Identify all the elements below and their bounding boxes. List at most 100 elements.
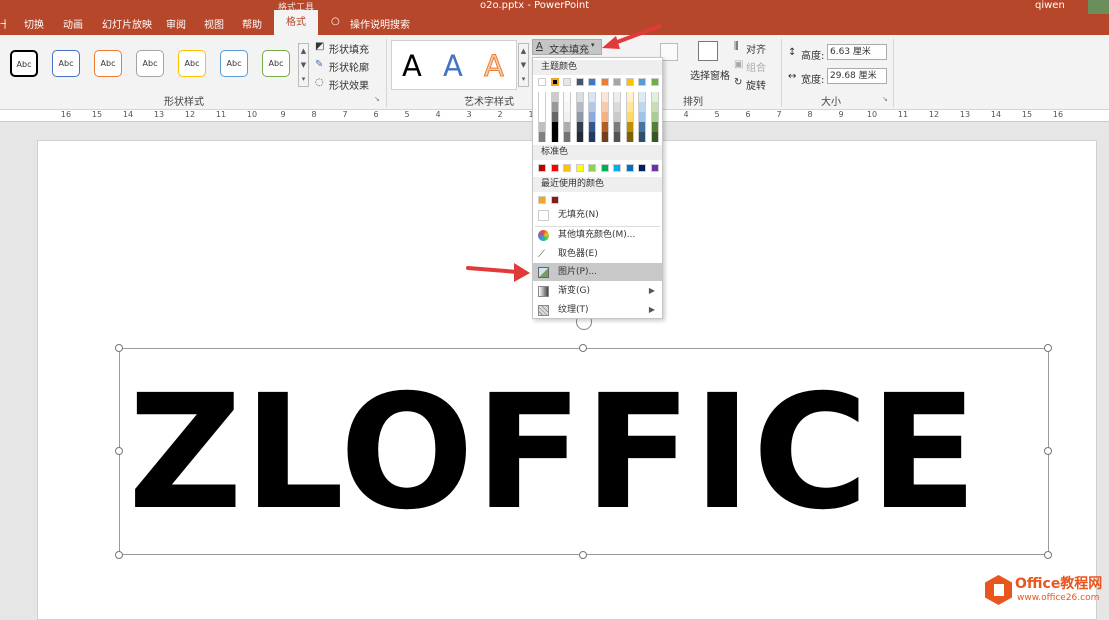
shape-style-scroll[interactable]: ▲▼▾ [298, 43, 309, 87]
theme-color-shade[interactable] [538, 92, 546, 102]
theme-color-swatch[interactable] [601, 78, 609, 86]
recent-color-swatch[interactable] [551, 196, 559, 204]
standard-color-swatch[interactable] [613, 164, 621, 172]
theme-color-shade[interactable] [626, 112, 634, 122]
theme-color-shade[interactable] [588, 92, 596, 102]
width-input[interactable]: 29.68 厘米 [827, 68, 887, 84]
theme-color-shade[interactable] [601, 92, 609, 102]
theme-color-shade[interactable] [651, 112, 659, 122]
theme-color-shade[interactable] [651, 122, 659, 132]
theme-color-shade[interactable] [588, 112, 596, 122]
shape-style-5[interactable]: Abc [178, 50, 206, 77]
resize-handle[interactable] [115, 447, 123, 455]
theme-color-shade[interactable] [538, 102, 546, 112]
align-button[interactable]: 对齐 [746, 41, 766, 56]
theme-color-shade[interactable] [588, 132, 596, 142]
theme-color-swatch[interactable] [588, 78, 596, 86]
tab-partial[interactable]: 十 [0, 16, 6, 31]
theme-color-swatch[interactable] [538, 78, 546, 86]
shape-style-3[interactable]: Abc [94, 50, 122, 77]
shape-style-2[interactable]: Abc [52, 50, 80, 77]
theme-color-shade[interactable] [538, 112, 546, 122]
standard-color-swatch[interactable] [551, 164, 559, 172]
text-fill-button[interactable]: A 文本填充 ▾ [532, 39, 602, 55]
resize-handle[interactable] [115, 551, 123, 559]
slide-text[interactable]: ZLOFFICE [128, 358, 978, 548]
shape-outline-button[interactable]: 形状轮廓 [329, 59, 369, 74]
resize-handle[interactable] [579, 344, 587, 352]
tell-me-search[interactable]: 操作说明搜索 [350, 16, 410, 31]
theme-color-shade[interactable] [551, 122, 559, 132]
theme-color-swatch[interactable] [563, 78, 571, 86]
standard-color-swatch[interactable] [538, 164, 546, 172]
theme-color-shade[interactable] [563, 112, 571, 122]
theme-color-swatch[interactable] [626, 78, 634, 86]
theme-color-shade[interactable] [626, 132, 634, 142]
resize-handle[interactable] [1044, 344, 1052, 352]
theme-color-shade[interactable] [576, 132, 584, 142]
wordart-style-1[interactable]: A [402, 49, 422, 83]
tab-view[interactable]: 视图 [204, 16, 224, 31]
no-fill-item[interactable]: 无填充(N) [533, 206, 662, 224]
theme-color-shade[interactable] [638, 92, 646, 102]
theme-color-shade[interactable] [588, 122, 596, 132]
theme-color-shade[interactable] [551, 132, 559, 142]
theme-color-shade[interactable] [613, 122, 621, 132]
theme-color-shade[interactable] [613, 112, 621, 122]
theme-color-shade[interactable] [563, 92, 571, 102]
theme-color-swatch[interactable] [551, 78, 559, 86]
theme-color-shade[interactable] [651, 132, 659, 142]
tab-transitions[interactable]: 切换 [24, 16, 44, 31]
standard-color-swatch[interactable] [651, 164, 659, 172]
resize-handle[interactable] [1044, 551, 1052, 559]
theme-color-swatch[interactable] [651, 78, 659, 86]
more-colors-item[interactable]: 其他填充颜色(M)... [533, 226, 662, 244]
texture-item[interactable]: 纹理(T) ▶ [533, 301, 662, 319]
theme-color-shade[interactable] [626, 102, 634, 112]
selection-pane-button[interactable]: 选择窗格 [690, 67, 730, 82]
theme-color-shade[interactable] [538, 132, 546, 142]
theme-color-shade[interactable] [576, 122, 584, 132]
height-input[interactable]: 6.63 厘米 [827, 44, 887, 60]
picture-item[interactable]: 图片(P)... [533, 263, 662, 281]
standard-color-swatch[interactable] [601, 164, 609, 172]
wordart-style-2[interactable]: A [443, 49, 463, 83]
theme-color-shade[interactable] [651, 92, 659, 102]
standard-color-swatch[interactable] [626, 164, 634, 172]
theme-color-shade[interactable] [613, 92, 621, 102]
theme-color-shade[interactable] [613, 132, 621, 142]
standard-color-swatch[interactable] [638, 164, 646, 172]
standard-color-swatch[interactable] [563, 164, 571, 172]
theme-color-shade[interactable] [638, 112, 646, 122]
theme-color-shade[interactable] [613, 102, 621, 112]
shape-style-1[interactable]: Abc [10, 50, 38, 77]
theme-color-shade[interactable] [626, 92, 634, 102]
theme-color-shade[interactable] [601, 122, 609, 132]
tab-format[interactable]: 格式 [274, 10, 318, 35]
launcher-icon[interactable]: ↘ [882, 95, 888, 103]
tab-review[interactable]: 审阅 [166, 16, 186, 31]
theme-color-shade[interactable] [551, 92, 559, 102]
theme-color-shade[interactable] [638, 122, 646, 132]
user-name[interactable]: qiwen [1035, 0, 1065, 11]
tab-slideshow[interactable]: 幻灯片放映 [102, 16, 152, 31]
shape-fill-button[interactable]: 形状填充 [329, 41, 369, 56]
theme-color-shade[interactable] [601, 102, 609, 112]
theme-color-shade[interactable] [638, 132, 646, 142]
wordart-style-3[interactable]: A [484, 49, 504, 83]
theme-color-shade[interactable] [551, 102, 559, 112]
theme-color-shade[interactable] [563, 132, 571, 142]
rotate-button[interactable]: 旋转 [746, 77, 766, 92]
standard-color-swatch[interactable] [588, 164, 596, 172]
avatar[interactable] [1088, 0, 1109, 14]
theme-color-shade[interactable] [563, 102, 571, 112]
theme-color-shade[interactable] [638, 102, 646, 112]
tab-help[interactable]: 帮助 [242, 16, 262, 31]
theme-color-shade[interactable] [538, 122, 546, 132]
shape-style-4[interactable]: Abc [136, 50, 164, 77]
theme-color-shade[interactable] [563, 122, 571, 132]
theme-color-shade[interactable] [576, 112, 584, 122]
theme-color-shade[interactable] [551, 112, 559, 122]
shape-effect-button[interactable]: 形状效果 [329, 77, 369, 92]
theme-color-shade[interactable] [576, 92, 584, 102]
